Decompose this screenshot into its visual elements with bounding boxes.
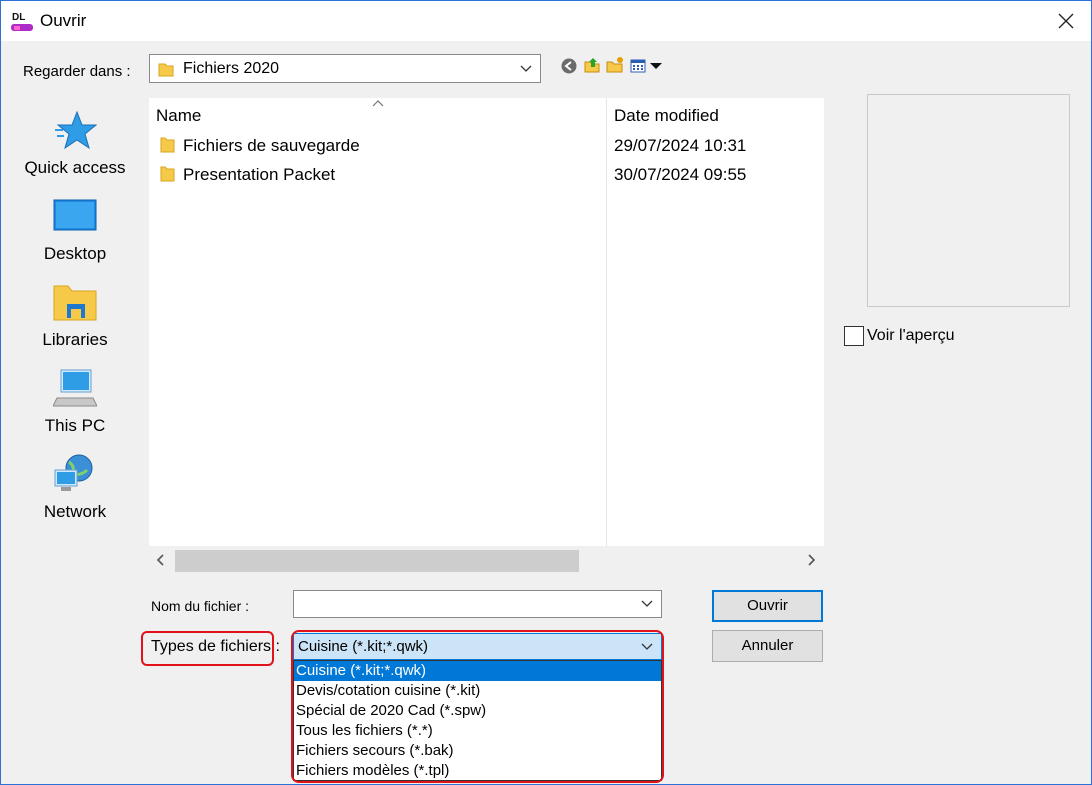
file-name: Fichiers de sauvegarde (183, 136, 360, 155)
chevron-down-icon[interactable] (641, 600, 653, 608)
filetype-label: Types de fichiers : (151, 638, 280, 655)
view-menu-icon (630, 59, 662, 73)
file-row[interactable]: Presentation Packet 30/07/2024 09:55 (149, 160, 824, 189)
place-label: Libraries (42, 330, 108, 349)
close-icon (1058, 13, 1074, 29)
window-title: Ouvrir (40, 11, 87, 30)
place-network[interactable]: Network (10, 454, 140, 536)
desktop-icon (53, 199, 97, 231)
scroll-right-icon[interactable] (803, 552, 819, 568)
sort-ascending-icon (372, 100, 384, 107)
computer-icon (53, 369, 97, 407)
scrollbar-thumb[interactable] (175, 550, 579, 572)
app-icon: DL (9, 10, 35, 34)
column-header-name[interactable]: Name (156, 106, 201, 126)
preview-checkbox-label[interactable]: Voir l'aperçu (867, 327, 955, 345)
view-menu-button[interactable] (630, 57, 664, 75)
cancel-button[interactable]: Annuler (712, 630, 823, 662)
place-quick-access[interactable]: Quick access (10, 110, 140, 192)
highlight-ring-dropdown (291, 630, 664, 783)
place-desktop[interactable]: Desktop (10, 196, 140, 278)
place-label: Network (43, 502, 107, 521)
horizontal-scrollbar[interactable] (149, 546, 824, 574)
file-date: 29/07/2024 10:31 (614, 136, 747, 155)
place-this-pc[interactable]: This PC (10, 368, 140, 450)
column-header-date[interactable]: Date modified (614, 106, 719, 126)
libraries-icon (53, 285, 97, 321)
preview-pane (867, 94, 1070, 307)
look-in-combo[interactable]: Fichiers 2020 (149, 54, 541, 83)
title-bar: DL Ouvrir (1, 1, 1091, 41)
place-libraries[interactable]: Libraries (10, 282, 140, 364)
network-icon (54, 454, 93, 491)
close-button[interactable] (1043, 3, 1089, 39)
file-date: 30/07/2024 09:55 (614, 165, 747, 184)
new-folder-icon[interactable] (606, 56, 624, 74)
up-folder-icon[interactable] (583, 56, 601, 74)
folder-icon (160, 137, 175, 153)
place-label: Desktop (43, 244, 107, 263)
folder-icon (158, 63, 174, 77)
open-file-dialog: DL Ouvrir Regarder dans : Fichiers 2020 (0, 0, 1092, 785)
place-label: Quick access (24, 158, 126, 177)
chevron-down-icon (520, 65, 532, 72)
file-list[interactable]: Name Date modified Fichiers de sauvegard… (149, 98, 824, 574)
filename-combo[interactable] (293, 590, 662, 618)
back-icon[interactable] (560, 57, 578, 75)
filename-label: Nom du fichier : (151, 598, 250, 614)
place-label: This PC (44, 416, 106, 435)
look-in-value: Fichiers 2020 (183, 60, 280, 77)
places-bar: Quick access Desktop Libraries This PC N… (10, 98, 140, 698)
scroll-left-icon[interactable] (153, 552, 169, 568)
preview-checkbox[interactable] (844, 326, 864, 346)
app-icon-text: DL (12, 12, 25, 23)
file-name: Presentation Packet (183, 165, 336, 184)
look-in-label: Regarder dans : (23, 63, 131, 80)
open-button[interactable]: Ouvrir (712, 590, 823, 622)
folder-icon (160, 166, 175, 182)
file-row[interactable]: Fichiers de sauvegarde 29/07/2024 10:31 (149, 131, 824, 160)
star-icon (55, 110, 97, 150)
